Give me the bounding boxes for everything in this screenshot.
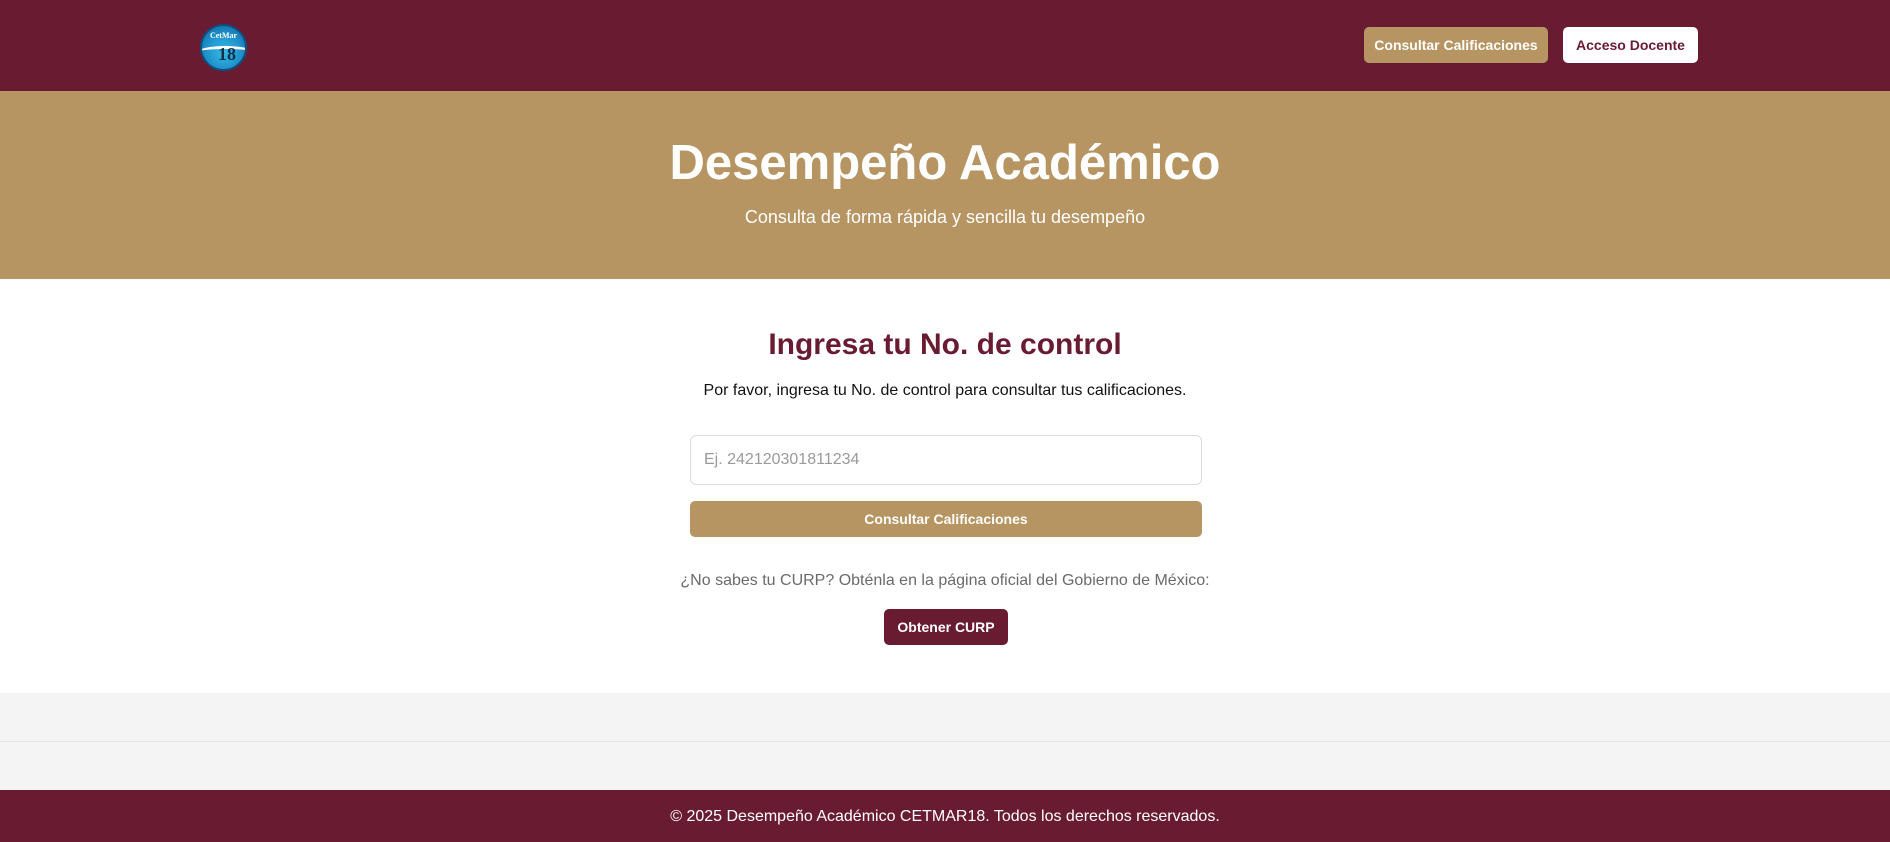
control-number-input[interactable] xyxy=(690,435,1202,485)
obtener-curp-button[interactable]: Obtener CURP xyxy=(884,609,1008,645)
nav-consultar-calificaciones-button[interactable]: Consultar Calificaciones xyxy=(1364,27,1548,63)
gray-spacer-band xyxy=(0,693,1890,790)
form-description: Por favor, ingresa tu No. de control par… xyxy=(703,382,1187,399)
nav-acceso-docente-button[interactable]: Acceso Docente xyxy=(1563,27,1698,63)
cetmar-logo[interactable]: CetMar 18 xyxy=(200,24,247,71)
consultar-calificaciones-button[interactable]: Consultar Calificaciones xyxy=(690,501,1202,537)
divider xyxy=(0,741,1890,742)
form-heading: Ingresa tu No. de control xyxy=(768,328,1122,361)
hero-banner: Desempeño Académico Consulta de forma rá… xyxy=(0,91,1890,279)
logo-text: CetMar xyxy=(209,31,238,40)
curp-help-text: ¿No sabes tu CURP? Obténla en la página … xyxy=(680,572,1210,589)
hero-title: Desempeño Académico xyxy=(669,136,1221,190)
page-footer: © 2025 Desempeño Académico CETMAR18. Tod… xyxy=(0,790,1890,842)
control-number-form-section: Ingresa tu No. de control Por favor, ing… xyxy=(0,279,1890,693)
footer-copyright: © 2025 Desempeño Académico CETMAR18. Tod… xyxy=(670,808,1220,825)
logo-number: 18 xyxy=(218,44,236,64)
top-navbar: CetMar 18 Consultar Calificaciones Acces… xyxy=(0,0,1890,91)
hero-subtitle: Consulta de forma rápida y sencilla tu d… xyxy=(744,207,1146,227)
